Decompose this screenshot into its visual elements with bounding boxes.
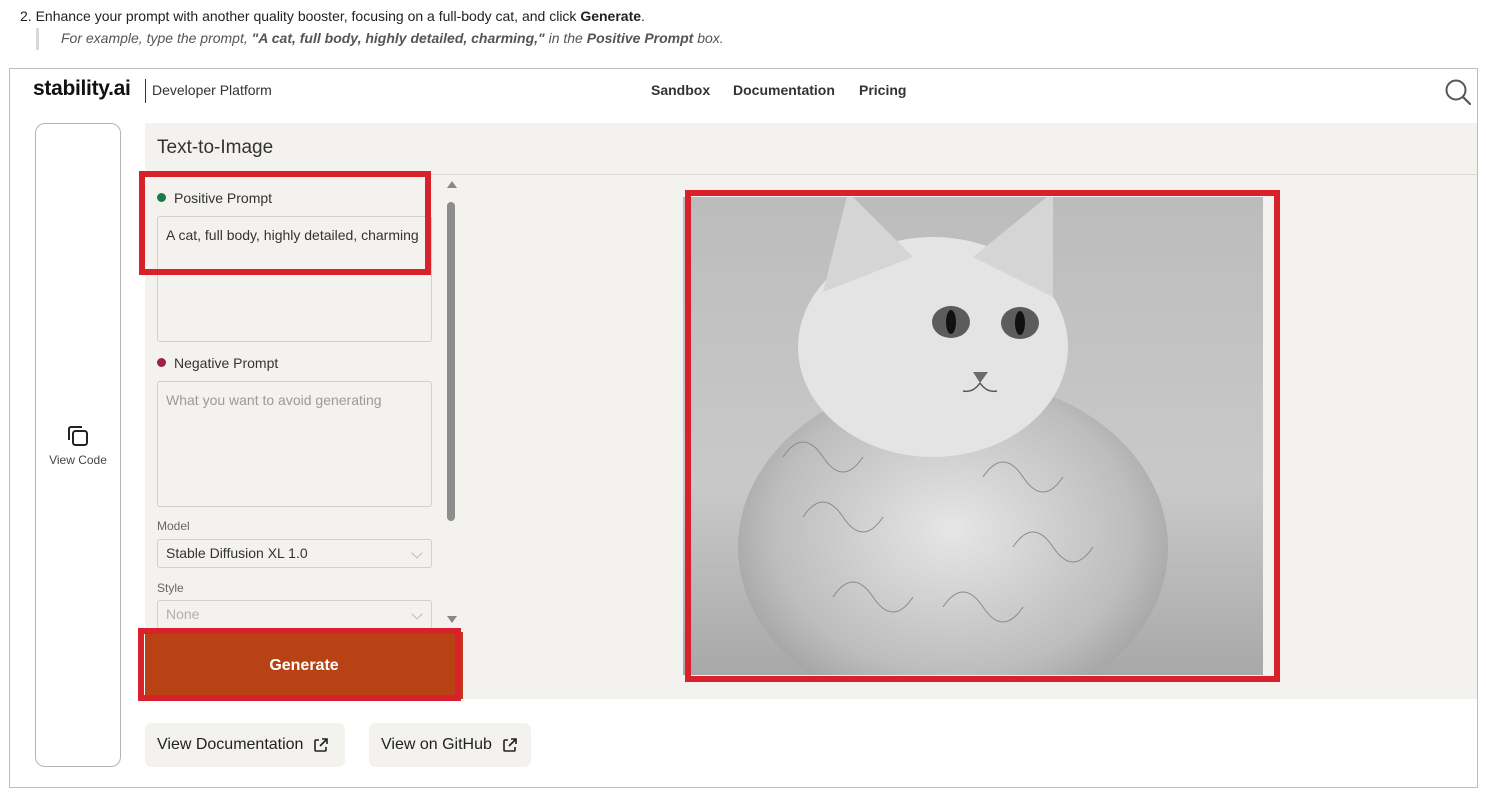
search-icon[interactable]	[1444, 78, 1472, 106]
view-github-label: View on GitHub	[381, 736, 492, 753]
chevron-down-icon	[411, 608, 423, 620]
platform-label: Developer Platform	[152, 82, 272, 98]
instruction-step: 2. Enhance your prompt with another qual…	[20, 8, 645, 24]
scroll-down-icon[interactable]	[447, 616, 457, 623]
model-value: Stable Diffusion XL 1.0	[166, 545, 308, 561]
nav-documentation[interactable]: Documentation	[733, 82, 835, 98]
nav-pricing[interactable]: Pricing	[859, 82, 906, 98]
step-bold: Generate	[580, 8, 642, 24]
positive-dot-icon	[157, 193, 166, 202]
instruction-example: For example, type the prompt, "A cat, fu…	[36, 28, 724, 50]
external-link-icon	[503, 738, 517, 752]
negative-prompt-label: Negative Prompt	[157, 355, 278, 371]
model-select[interactable]: Stable Diffusion XL 1.0	[157, 539, 432, 568]
copy-icon	[68, 426, 88, 446]
scroll-up-icon[interactable]	[447, 181, 457, 188]
generate-button[interactable]: Generate	[145, 632, 463, 699]
logo-divider	[145, 79, 146, 103]
chevron-down-icon	[411, 547, 423, 559]
example-field: Positive Prompt	[586, 30, 694, 46]
panel-title: Text-to-Image	[157, 137, 274, 158]
view-code-label: View Code	[49, 453, 107, 467]
logo[interactable]: stability.ai	[33, 77, 131, 101]
style-select[interactable]: None	[157, 600, 432, 629]
positive-prompt-label: Positive Prompt	[157, 190, 272, 206]
form-scrollbar[interactable]	[443, 175, 459, 632]
prompt-form: Positive Prompt A cat, full body, highly…	[145, 175, 463, 632]
step-text: 2. Enhance your prompt with another qual…	[20, 8, 581, 24]
view-documentation-button[interactable]: View Documentation	[145, 723, 345, 767]
view-code-sidebar[interactable]: View Code	[35, 123, 121, 767]
style-label: Style	[157, 581, 184, 595]
example-prompt: "A cat, full body, highly detailed, char…	[251, 30, 545, 46]
example-middle: in the	[544, 30, 587, 46]
style-value: None	[166, 606, 200, 622]
model-label: Model	[157, 519, 190, 533]
positive-prompt-text: Positive Prompt	[174, 190, 273, 206]
view-documentation-label: View Documentation	[157, 736, 304, 753]
external-link-icon	[314, 738, 329, 752]
view-github-button[interactable]: View on GitHub	[369, 723, 531, 767]
nav-sandbox[interactable]: Sandbox	[651, 82, 710, 98]
scroll-thumb[interactable]	[447, 202, 455, 521]
example-after: box.	[693, 30, 724, 46]
example-before: For example, type the prompt,	[61, 30, 252, 46]
step-end: .	[641, 8, 645, 24]
negative-prompt-text: Negative Prompt	[174, 355, 279, 371]
positive-prompt-input[interactable]: A cat, full body, highly detailed, charm…	[157, 216, 432, 342]
generated-cat-image	[683, 197, 1263, 675]
negative-dot-icon	[157, 358, 166, 367]
negative-prompt-input[interactable]: What you want to avoid generating	[157, 381, 432, 507]
